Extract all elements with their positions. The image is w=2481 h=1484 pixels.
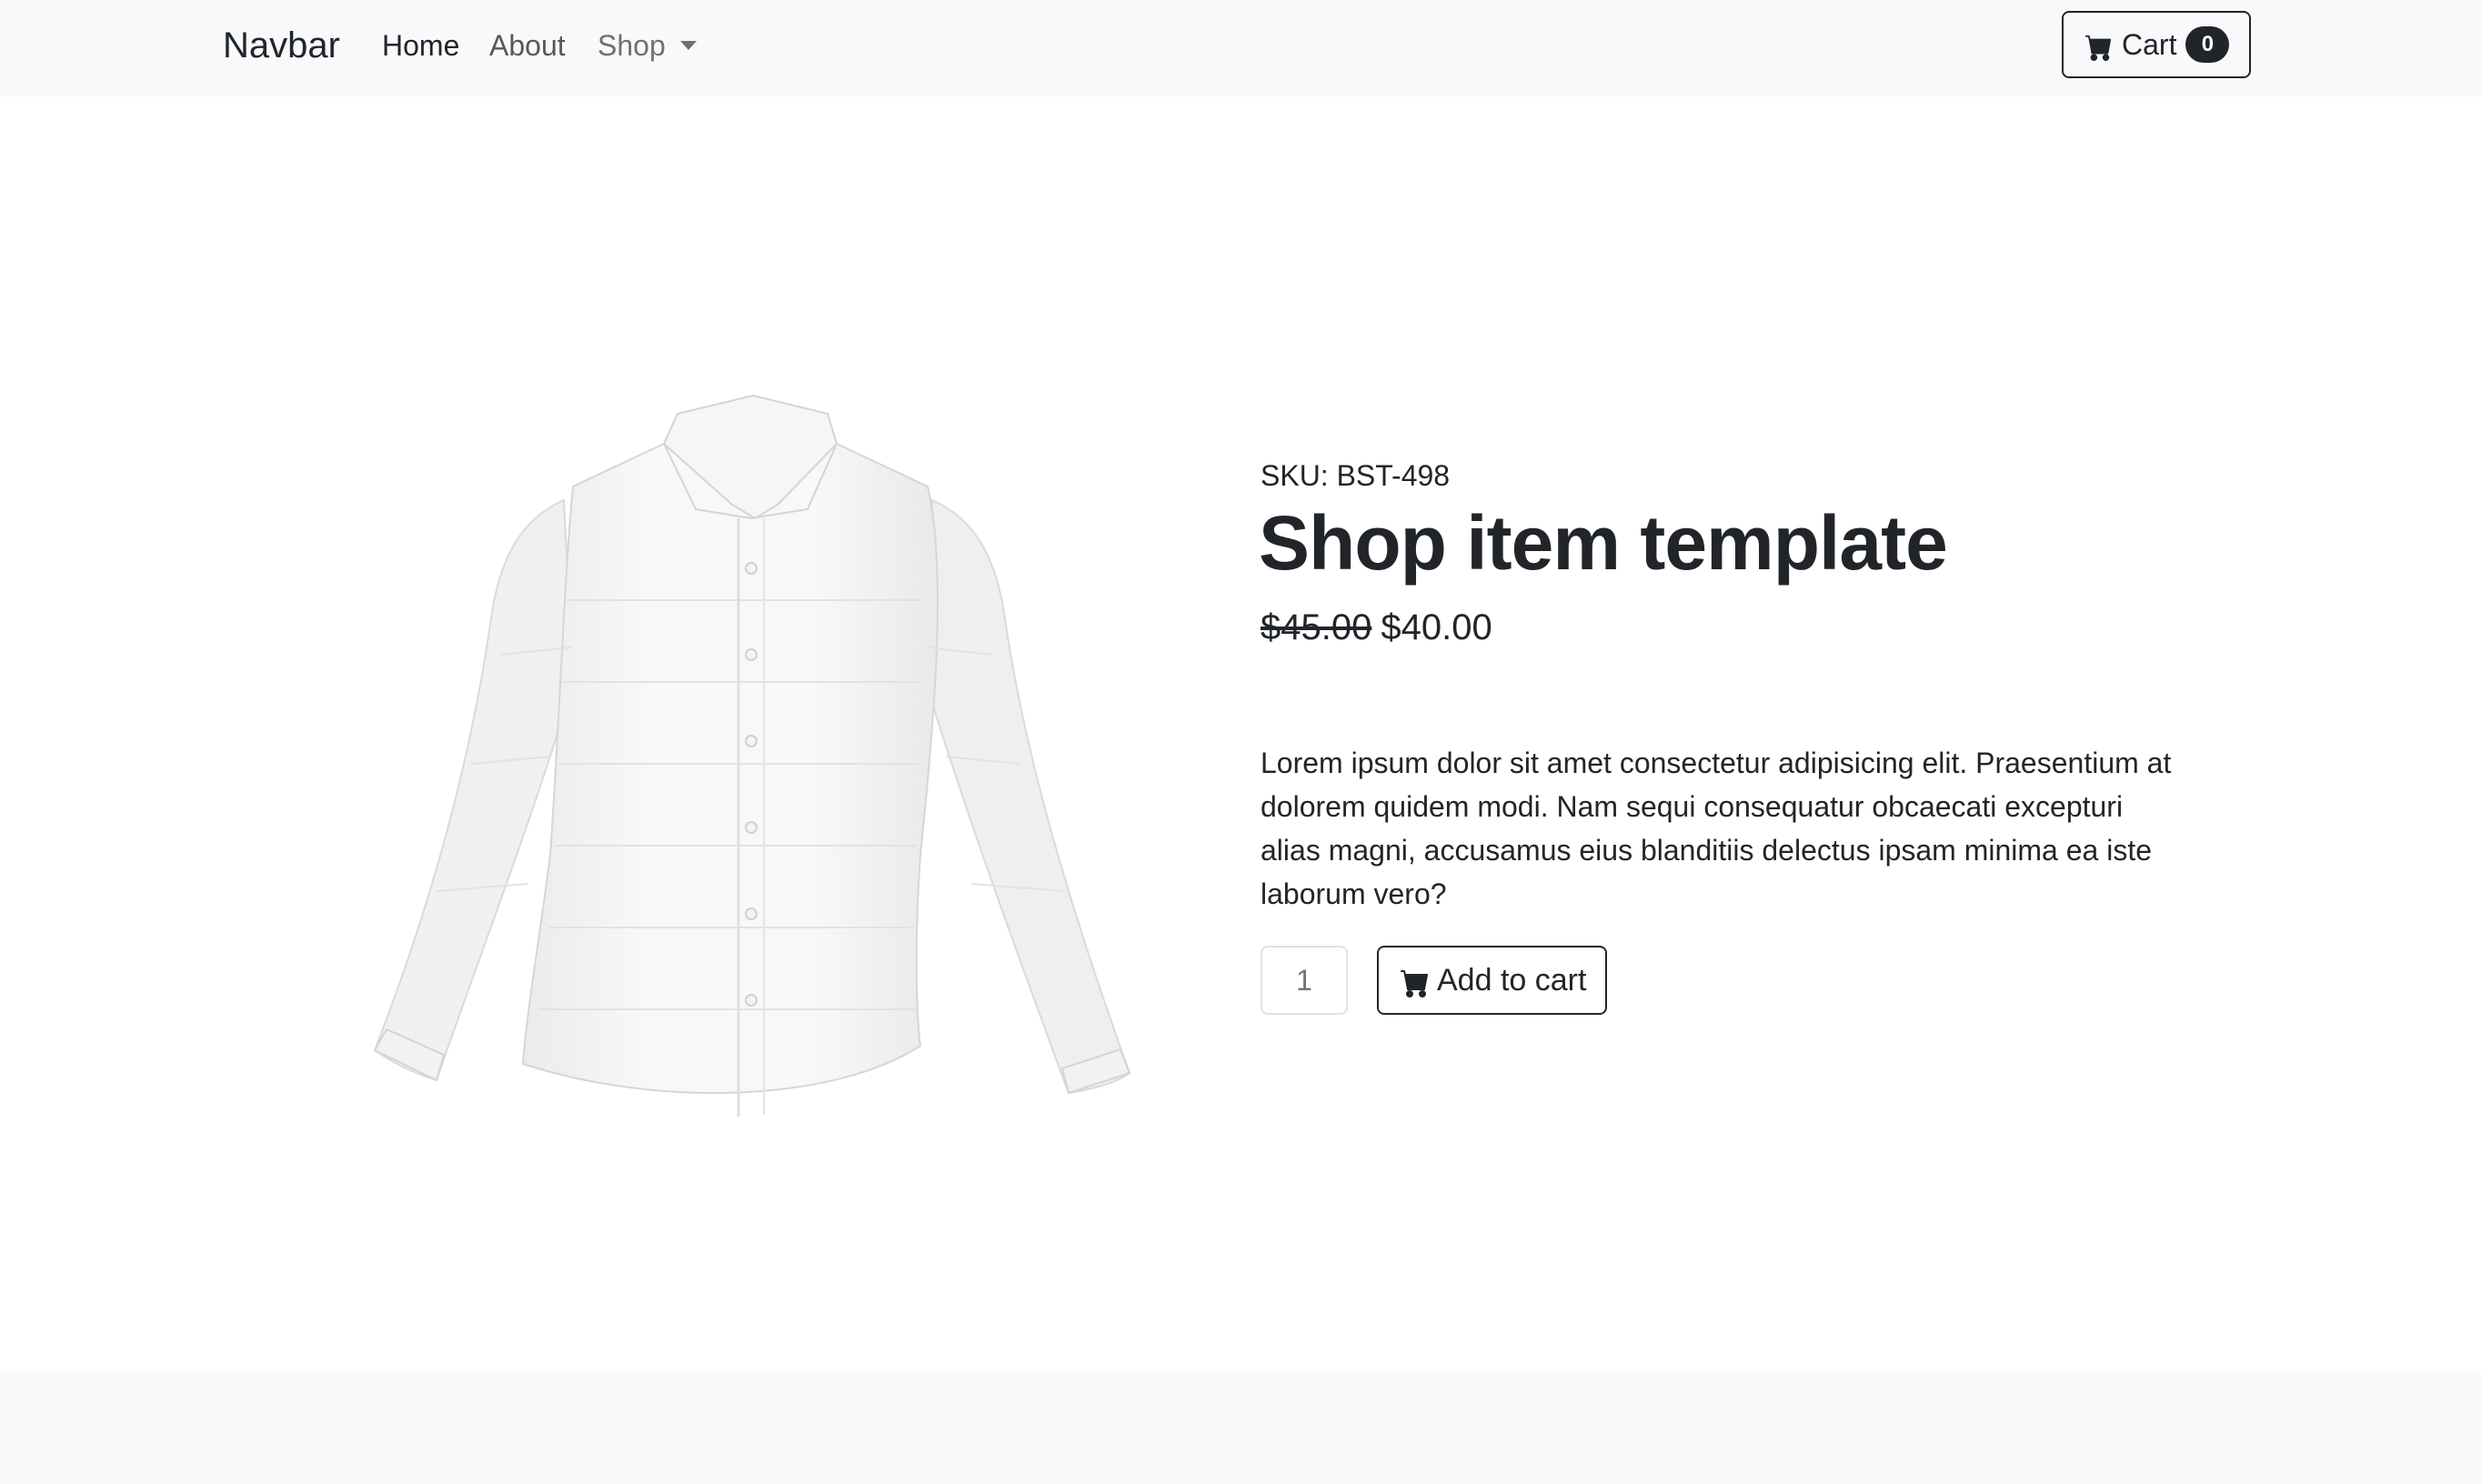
footer xyxy=(0,1372,2481,1484)
add-to-cart-label: Add to cart xyxy=(1437,962,1587,998)
add-to-cart-button[interactable]: Add to cart xyxy=(1377,946,1607,1015)
product-sku: SKU: BST-498 xyxy=(1261,459,1451,492)
product-image xyxy=(373,394,1131,1117)
navbar: Navbar Home About Shop Cart 0 xyxy=(0,0,2481,96)
cart-button[interactable]: Cart 0 xyxy=(2062,11,2251,78)
quantity-input[interactable] xyxy=(1261,946,1348,1015)
product-title: Shop item template xyxy=(1259,500,1948,586)
nav-dropdown-shop[interactable]: Shop xyxy=(598,27,697,64)
current-price: $40.00 xyxy=(1381,607,1492,647)
product-price: $45.00 $40.00 xyxy=(1261,605,1492,650)
navbar-brand[interactable]: Navbar xyxy=(223,22,340,69)
cart-button-label: Cart xyxy=(2122,27,2177,61)
old-price: $45.00 xyxy=(1261,607,1372,647)
cart-icon xyxy=(2085,35,2112,61)
cart-count-badge: 0 xyxy=(2185,26,2230,63)
nav-dropdown-shop-label: Shop xyxy=(598,29,666,62)
chevron-down-icon xyxy=(679,41,697,50)
nav-link-about[interactable]: About xyxy=(489,27,566,64)
cart-icon xyxy=(1401,970,1428,998)
nav-link-home[interactable]: Home xyxy=(382,27,459,64)
product-description: Lorem ipsum dolor sit amet consectetur a… xyxy=(1261,747,2172,910)
